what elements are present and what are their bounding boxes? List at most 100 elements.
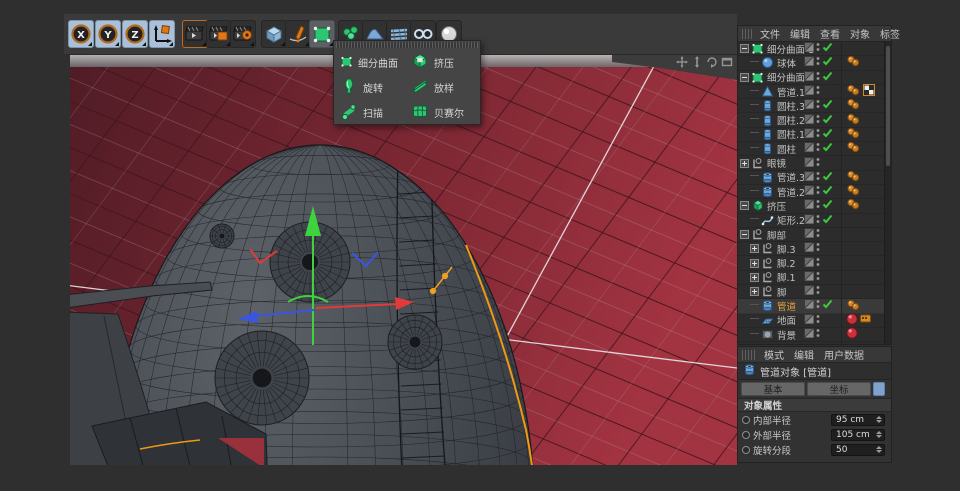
- layer-color-icon[interactable]: [804, 114, 814, 127]
- expander-plus-icon[interactable]: [750, 259, 759, 268]
- object-manager-menu-0[interactable]: 文件: [755, 26, 785, 41]
- object-manager-menu-3[interactable]: 对象: [845, 26, 875, 41]
- visibility-dots-icon[interactable]: [816, 142, 820, 155]
- layer-color-icon[interactable]: [804, 228, 814, 241]
- visibility-dots-icon[interactable]: [816, 328, 820, 341]
- toggle-cluster[interactable]: [804, 185, 833, 198]
- tag-cluster[interactable]: [846, 314, 871, 327]
- enabled-check-icon[interactable]: [822, 299, 833, 312]
- toggle-cluster[interactable]: [804, 42, 833, 55]
- layer-color-icon[interactable]: [804, 157, 814, 170]
- visibility-dots-icon[interactable]: [816, 271, 820, 284]
- phong-tag-icon[interactable]: [846, 113, 861, 128]
- object-manager-menu-4[interactable]: 标签: [875, 26, 905, 41]
- field-input[interactable]: 105 cm: [831, 429, 885, 441]
- layer-color-icon[interactable]: [804, 85, 814, 98]
- visibility-dots-icon[interactable]: [816, 214, 820, 227]
- object-manager-scrollbar[interactable]: [884, 42, 891, 344]
- enabled-check-icon[interactable]: [822, 185, 833, 198]
- expander-plus-icon[interactable]: [750, 244, 759, 253]
- layer-color-icon[interactable]: [804, 257, 814, 270]
- layer-color-icon[interactable]: [804, 285, 814, 298]
- enabled-check-icon[interactable]: [822, 114, 833, 127]
- layer-color-icon[interactable]: [804, 199, 814, 212]
- enabled-check-icon[interactable]: [822, 199, 833, 212]
- expander-minus-icon[interactable]: [740, 230, 749, 239]
- viewport-maximize-control[interactable]: [721, 56, 733, 68]
- visibility-dots-icon[interactable]: [816, 56, 820, 69]
- visibility-dots-icon[interactable]: [816, 299, 820, 312]
- phong-tag-icon[interactable]: [846, 127, 861, 142]
- object-row-14[interactable]: 脚.3: [738, 242, 884, 256]
- toggle-cluster[interactable]: [804, 99, 833, 112]
- object-row-9[interactable]: 管道.3: [738, 171, 884, 185]
- tag-cluster[interactable]: [846, 328, 858, 341]
- enabled-check-icon[interactable]: [822, 99, 833, 112]
- palette-drag-handle[interactable]: [336, 42, 478, 48]
- menu-item-sds[interactable]: 细分曲面: [336, 50, 407, 75]
- menu-item-loft[interactable]: 放样: [407, 75, 478, 100]
- object-row-17[interactable]: 脚: [738, 285, 884, 299]
- object-row-3[interactable]: 管道.1: [738, 85, 884, 99]
- object-row-5[interactable]: 圆柱.2: [738, 113, 884, 127]
- toggle-cluster[interactable]: [804, 271, 820, 284]
- object-row-0[interactable]: 细分曲面 1: [738, 42, 884, 56]
- viewport-zoom-control[interactable]: [691, 56, 703, 68]
- render-view-button[interactable]: [182, 20, 208, 48]
- material-tag-icon[interactable]: [846, 327, 858, 342]
- toggle-cluster[interactable]: [804, 314, 820, 327]
- tag-cluster[interactable]: [846, 299, 861, 312]
- toggle-cluster[interactable]: [804, 128, 833, 141]
- layer-color-icon[interactable]: [804, 185, 814, 198]
- object-row-1[interactable]: 球体: [738, 56, 884, 70]
- tag-cluster[interactable]: [846, 85, 875, 98]
- expander-minus-icon[interactable]: [740, 73, 749, 82]
- visibility-dots-icon[interactable]: [816, 242, 820, 255]
- phong-tag-icon[interactable]: [846, 98, 861, 113]
- field-input[interactable]: 95 cm: [831, 414, 885, 426]
- visibility-dots-icon[interactable]: [816, 71, 820, 84]
- menu-item-extrude[interactable]: 挤压: [407, 50, 478, 75]
- layer-color-icon[interactable]: [804, 99, 814, 112]
- expander-plus-icon[interactable]: [750, 287, 759, 296]
- visibility-dots-icon[interactable]: [816, 257, 820, 270]
- layer-color-icon[interactable]: [804, 271, 814, 284]
- object-row-6[interactable]: 圆柱.1: [738, 128, 884, 142]
- layer-color-icon[interactable]: [804, 71, 814, 84]
- expander-plus-icon[interactable]: [740, 159, 749, 168]
- enabled-check-icon[interactable]: [822, 56, 833, 69]
- toggle-cluster[interactable]: [804, 113, 833, 126]
- toggle-cluster[interactable]: [804, 85, 820, 98]
- object-manager-menu-1[interactable]: 编辑: [785, 26, 815, 41]
- visibility-dots-icon[interactable]: [816, 314, 820, 327]
- toggle-cluster[interactable]: [804, 228, 820, 241]
- checker-tag-icon[interactable]: [863, 84, 875, 99]
- phong-tag-icon[interactable]: [846, 84, 861, 99]
- attribute-manager-grip-icon[interactable]: [742, 350, 756, 360]
- object-row-20[interactable]: 背景: [738, 328, 884, 342]
- visibility-dots-icon[interactable]: [816, 128, 820, 141]
- compositing-tag-icon[interactable]: [860, 313, 871, 327]
- toggle-cluster[interactable]: [804, 199, 833, 212]
- toggle-cluster[interactable]: [804, 156, 820, 169]
- expander-plus-icon[interactable]: [750, 273, 759, 282]
- visibility-dots-icon[interactable]: [816, 285, 820, 298]
- axis-lock-z-button[interactable]: Z: [122, 20, 148, 48]
- object-manager-grip-icon[interactable]: [742, 29, 752, 39]
- generators-subdivision-surface-button[interactable]: [309, 20, 335, 48]
- visibility-dots-icon[interactable]: [816, 42, 820, 55]
- menu-item-sweep[interactable]: 扫描: [336, 100, 407, 125]
- expander-minus-icon[interactable]: [740, 44, 749, 53]
- visibility-dots-icon[interactable]: [816, 99, 820, 112]
- attribute-manager-menu-2[interactable]: 用户数据: [819, 347, 869, 362]
- axis-lock-x-button[interactable]: X: [68, 20, 94, 48]
- enabled-check-icon[interactable]: [822, 142, 833, 155]
- layer-color-icon[interactable]: [804, 328, 814, 341]
- edit-render-settings-button[interactable]: [230, 20, 256, 48]
- visibility-dots-icon[interactable]: [816, 185, 820, 198]
- enabled-check-icon[interactable]: [822, 42, 833, 55]
- tag-cluster[interactable]: [846, 171, 861, 184]
- layer-color-icon[interactable]: [804, 142, 814, 155]
- menu-item-bezier[interactable]: 贝赛尔: [407, 100, 478, 125]
- attribute-manager-menu-1[interactable]: 编辑: [789, 347, 819, 362]
